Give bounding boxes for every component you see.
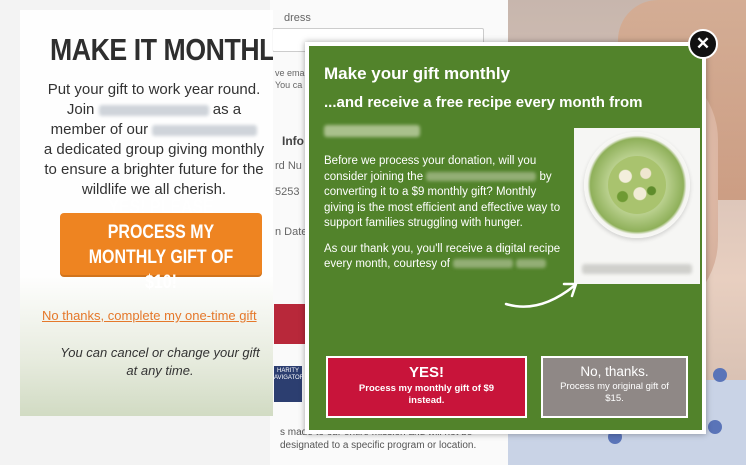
body-line: to ensure a brighter future for the	[44, 161, 264, 178]
redacted-org-name	[98, 104, 209, 116]
redacted-program-name	[426, 171, 537, 181]
expiration-date-label: n Date	[275, 226, 308, 238]
food-bowl-image	[584, 132, 690, 238]
make-it-monthly-panel: MAKE IT MONTHLY! Put your gift to work y…	[20, 10, 273, 416]
curved-arrow-icon	[504, 282, 578, 308]
blurred-text	[582, 263, 692, 274]
address-label: dress	[284, 12, 311, 24]
monthly-gift-modal: Make your gift monthly ...and receive a …	[305, 42, 706, 434]
shirt-dot	[708, 420, 722, 434]
email-note: ve ema	[275, 68, 305, 78]
modal-subtitle: ...and receive a free recipe every month…	[324, 94, 643, 111]
join-text: Join	[66, 101, 95, 118]
body-paragraph: As our thank you, you'll receive a digit…	[324, 242, 569, 273]
panel-title: MAKE IT MONTHLY!	[50, 32, 273, 67]
payment-info-heading: Info	[282, 134, 304, 148]
modal-title: Make your gift monthly	[324, 64, 511, 83]
no-label: No, thanks.	[580, 364, 649, 379]
redacted-partner-name	[324, 122, 420, 140]
one-time-gift-link[interactable]: No thanks, complete my one-time gift	[42, 308, 273, 323]
body-line-member: member of our	[34, 120, 273, 140]
body-line: Put your gift to work year round.	[47, 81, 261, 98]
cta-label: YES! PLEASE PROCESS MY MONTHLY GIFT OF $…	[88, 197, 234, 293]
shirt-dot	[713, 368, 727, 382]
close-icon[interactable]: ✕	[688, 29, 718, 59]
yes-sublabel: Process my monthly gift of $9 instead.	[358, 383, 495, 406]
redacted-group-name	[152, 124, 258, 136]
recipe-photo-card	[574, 128, 700, 284]
charity-navigator-badge: HARITY AVIGATOR	[274, 366, 304, 402]
cancel-note: You can cancel or change your gift at an…	[60, 345, 260, 378]
body-line-join: Join as a	[34, 100, 273, 120]
email-note-2: You ca	[275, 80, 303, 90]
body-paragraph: Before we process your donation, will yo…	[324, 154, 569, 232]
no-sublabel: Process my original gift of $15.	[560, 381, 669, 404]
body-line: a dedicated group giving monthly	[43, 141, 265, 158]
redacted-partner-name	[453, 259, 514, 269]
yes-monthly-gift-button[interactable]: YES! Process my monthly gift of $9 inste…	[326, 356, 527, 418]
card-number-label: rd Nu	[275, 160, 302, 172]
panel-body: Put your gift to work year round. Join a…	[34, 80, 273, 200]
redacted-photo-caption	[582, 260, 692, 278]
blurred-text	[324, 124, 420, 137]
as-a-text: as a	[212, 101, 242, 118]
card-number-value[interactable]: 5253	[275, 186, 299, 198]
member-text: member of our	[50, 121, 149, 138]
no-thanks-button[interactable]: No, thanks. Process my original gift of …	[541, 356, 688, 418]
background-donate-button[interactable]	[274, 304, 308, 344]
modal-body: Before we process your donation, will yo…	[324, 154, 569, 283]
yes-label: YES!	[408, 364, 444, 381]
monthly-gift-cta-button[interactable]: YES! PLEASE PROCESS MY MONTHLY GIFT OF $…	[60, 197, 262, 293]
redacted-partner-name	[516, 259, 547, 269]
